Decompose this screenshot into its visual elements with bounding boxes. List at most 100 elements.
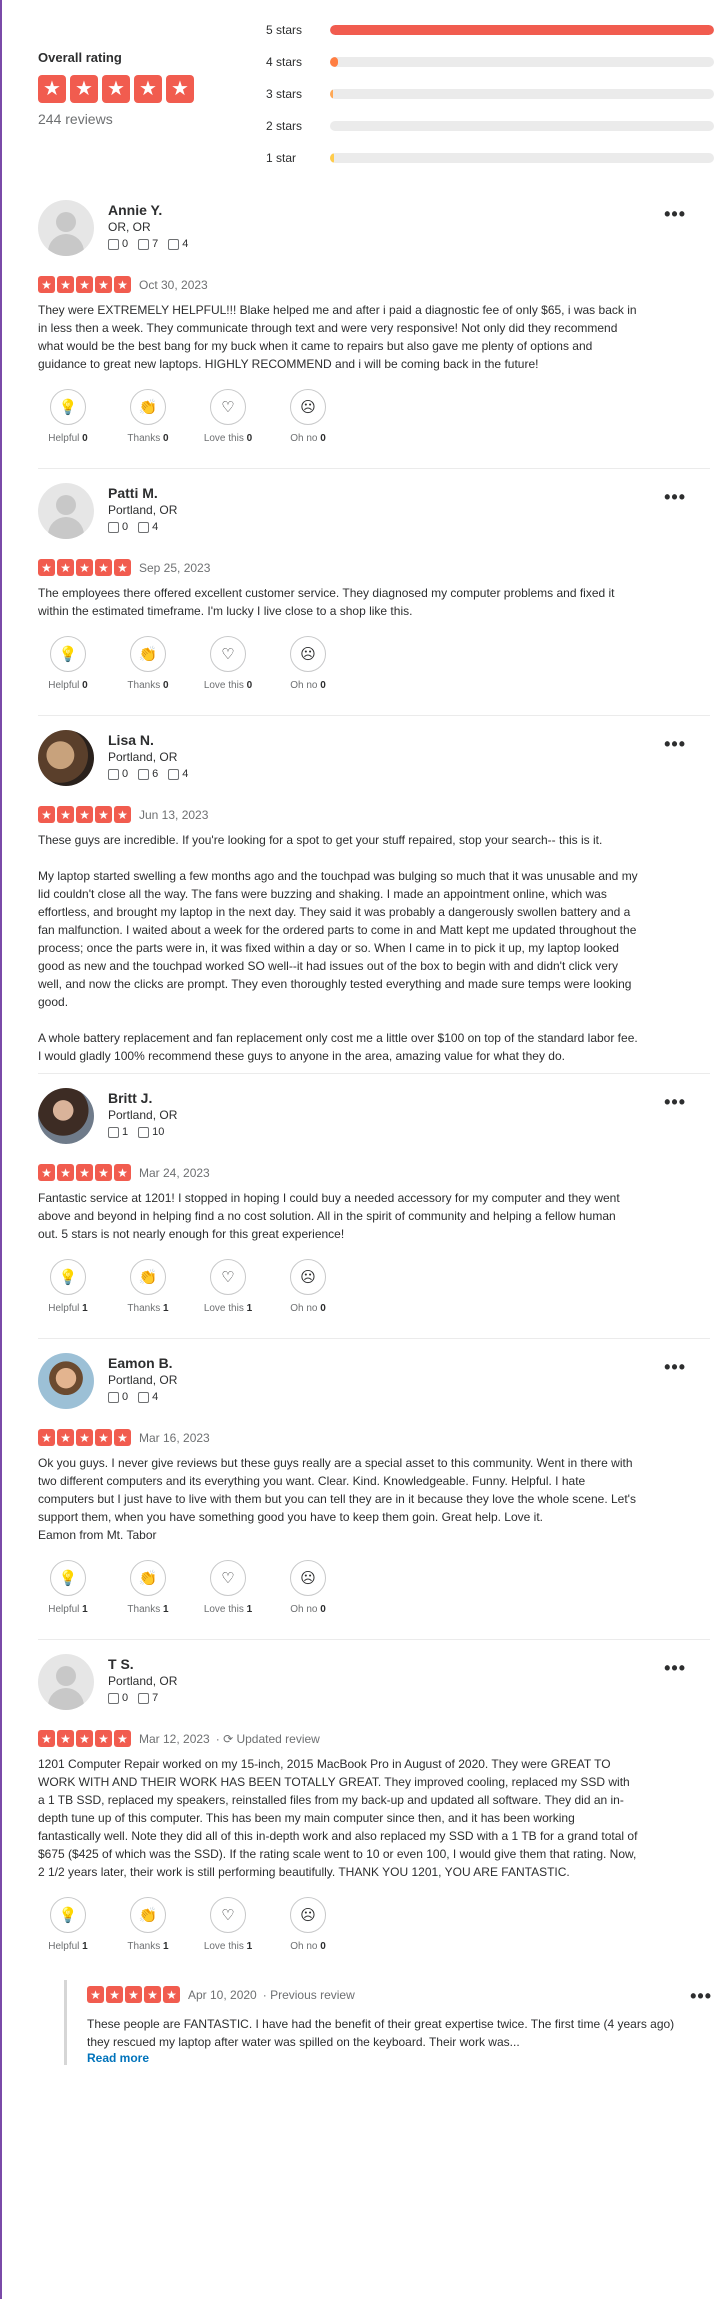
reaction-count: 0 [163,433,169,444]
ohno-button[interactable]: ☹ Oh no 0 [278,1897,338,1952]
review-date: Sep 25, 2023 [139,560,211,575]
clapping-hands-icon: 👏 [130,1259,166,1295]
star-icon: ★ [57,1164,74,1181]
review-stars: ★ ★ ★ ★ ★ [38,559,131,576]
helpful-button[interactable]: 💡 Helpful 1 [38,1897,98,1952]
avatar[interactable] [38,1654,94,1710]
avatar[interactable] [38,200,94,256]
lightbulb-icon: 💡 [50,636,86,672]
user-name[interactable]: Patti M. [108,485,177,501]
star-icon: ★ [57,1730,74,1747]
sad-face-icon: ☹ [290,389,326,425]
review-stars: ★ ★ ★ ★ ★ [38,276,131,293]
lightbulb-icon: 💡 [50,1259,86,1295]
love-button[interactable]: ♡ Love this 1 [198,1897,258,1952]
read-more-link[interactable]: Read more [87,2051,710,2065]
more-options-button[interactable]: ••• [664,1092,686,1113]
heart-icon: ♡ [210,636,246,672]
reaction-count: 0 [82,680,88,691]
dist-row-1[interactable]: 1 star [266,142,718,174]
refresh-icon: ⟳ [223,1731,234,1746]
love-button[interactable]: ♡ Love this 0 [198,389,258,444]
reaction-count: 1 [246,1303,253,1314]
avatar[interactable] [38,730,94,786]
user-name[interactable]: T S. [108,1656,177,1672]
friends-count: 0 [122,768,129,780]
helpful-button[interactable]: 💡 Helpful 1 [38,1259,98,1314]
more-options-button[interactable]: ••• [664,1357,686,1378]
previous-review-label: · Previous review [262,1987,355,2002]
reaction-label: Helpful [48,1604,80,1615]
more-options-button[interactable]: ••• [664,1658,686,1679]
updated-review-label: Updated review [236,1731,320,1746]
star-icon: ★ [114,276,131,293]
friends-count: 0 [122,521,129,533]
reaction-label: Oh no [290,433,318,444]
more-options-button[interactable]: ••• [664,734,686,755]
friends-icon [108,1692,119,1704]
helpful-button[interactable]: 💡 Helpful 0 [38,636,98,691]
thanks-button[interactable]: 👏 Thanks 1 [118,1560,178,1615]
star-icon: ★ [76,1730,93,1747]
reviews-icon [138,1126,150,1138]
review-date: Jun 13, 2023 [139,807,209,822]
photos-count: 4 [182,768,189,780]
helpful-button[interactable]: 💡 Helpful 0 [38,389,98,444]
reaction-label: Love this [203,1604,244,1615]
avatar[interactable] [38,1088,94,1144]
reaction-count: 1 [163,1604,169,1615]
reaction-bar: 💡 Helpful 1 👏 Thanks 1 ♡ Love this 1 ☹ Oh no… [38,1259,710,1314]
star-icon: ★ [38,276,55,293]
avatar[interactable] [38,1353,94,1409]
user-stats: 0 7 [108,1692,177,1704]
star-icon: ★ [114,1429,131,1446]
review-user: Britt J. Portland, OR 1 10 [38,1088,710,1144]
reviews-count: 6 [152,768,159,780]
reaction-label: Helpful [48,433,80,444]
user-name[interactable]: Lisa N. [108,732,188,748]
review-user: Annie Y. OR, OR 0 7 4 [38,200,710,256]
love-button[interactable]: ♡ Love this 1 [198,1259,258,1314]
ohno-button[interactable]: ☹ Oh no 0 [278,1560,338,1615]
thanks-button[interactable]: 👏 Thanks 1 [118,1259,178,1314]
reaction-count: 0 [320,1303,326,1314]
ohno-button[interactable]: ☹ Oh no 0 [278,389,338,444]
dist-label: 3 stars [266,87,303,101]
user-name[interactable]: Annie Y. [108,202,188,218]
review-user: Lisa N. Portland, OR 0 6 4 [38,730,710,786]
thanks-button[interactable]: 👏 Thanks 1 [118,1897,178,1952]
overall-rating: Overall rating ★ ★ ★ ★ ★ 244 reviews [38,50,238,127]
star-icon: ★ [38,75,66,103]
thanks-button[interactable]: 👏 Thanks 0 [118,389,178,444]
user-name[interactable]: Britt J. [108,1090,177,1106]
reaction-count: 1 [82,1941,88,1952]
reaction-label: Thanks [127,433,161,444]
user-name[interactable]: Eamon B. [108,1355,177,1371]
lightbulb-icon: 💡 [50,1560,86,1596]
love-button[interactable]: ♡ Love this 1 [198,1560,258,1615]
ohno-button[interactable]: ☹ Oh no 0 [278,636,338,691]
reaction-count: 0 [320,1941,326,1952]
review-stars: ★ ★ ★ ★ ★ [38,1730,131,1747]
dist-row-2[interactable]: 2 stars [266,110,718,142]
clapping-hands-icon: 👏 [130,389,166,425]
dist-fill [330,89,334,99]
helpful-button[interactable]: 💡 Helpful 1 [38,1560,98,1615]
ohno-button[interactable]: ☹ Oh no 0 [278,1259,338,1314]
more-options-button[interactable]: ••• [664,204,686,225]
star-icon: ★ [95,1429,112,1446]
reviews-count: 4 [152,1391,159,1403]
review-user: Patti M. Portland, OR 0 4 [38,483,710,539]
more-options-button[interactable]: ••• [664,487,686,508]
dist-row-5[interactable]: 5 stars [266,14,718,46]
dist-label: 2 stars [266,119,303,133]
avatar[interactable] [38,483,94,539]
dist-row-3[interactable]: 3 stars [266,78,718,110]
more-options-button[interactable]: ••• [690,1986,712,2007]
user-stats: 0 7 4 [108,238,188,250]
star-icon: ★ [76,1429,93,1446]
friends-icon [108,1391,119,1403]
dist-row-4[interactable]: 4 stars [266,46,718,78]
thanks-button[interactable]: 👏 Thanks 0 [118,636,178,691]
love-button[interactable]: ♡ Love this 0 [198,636,258,691]
